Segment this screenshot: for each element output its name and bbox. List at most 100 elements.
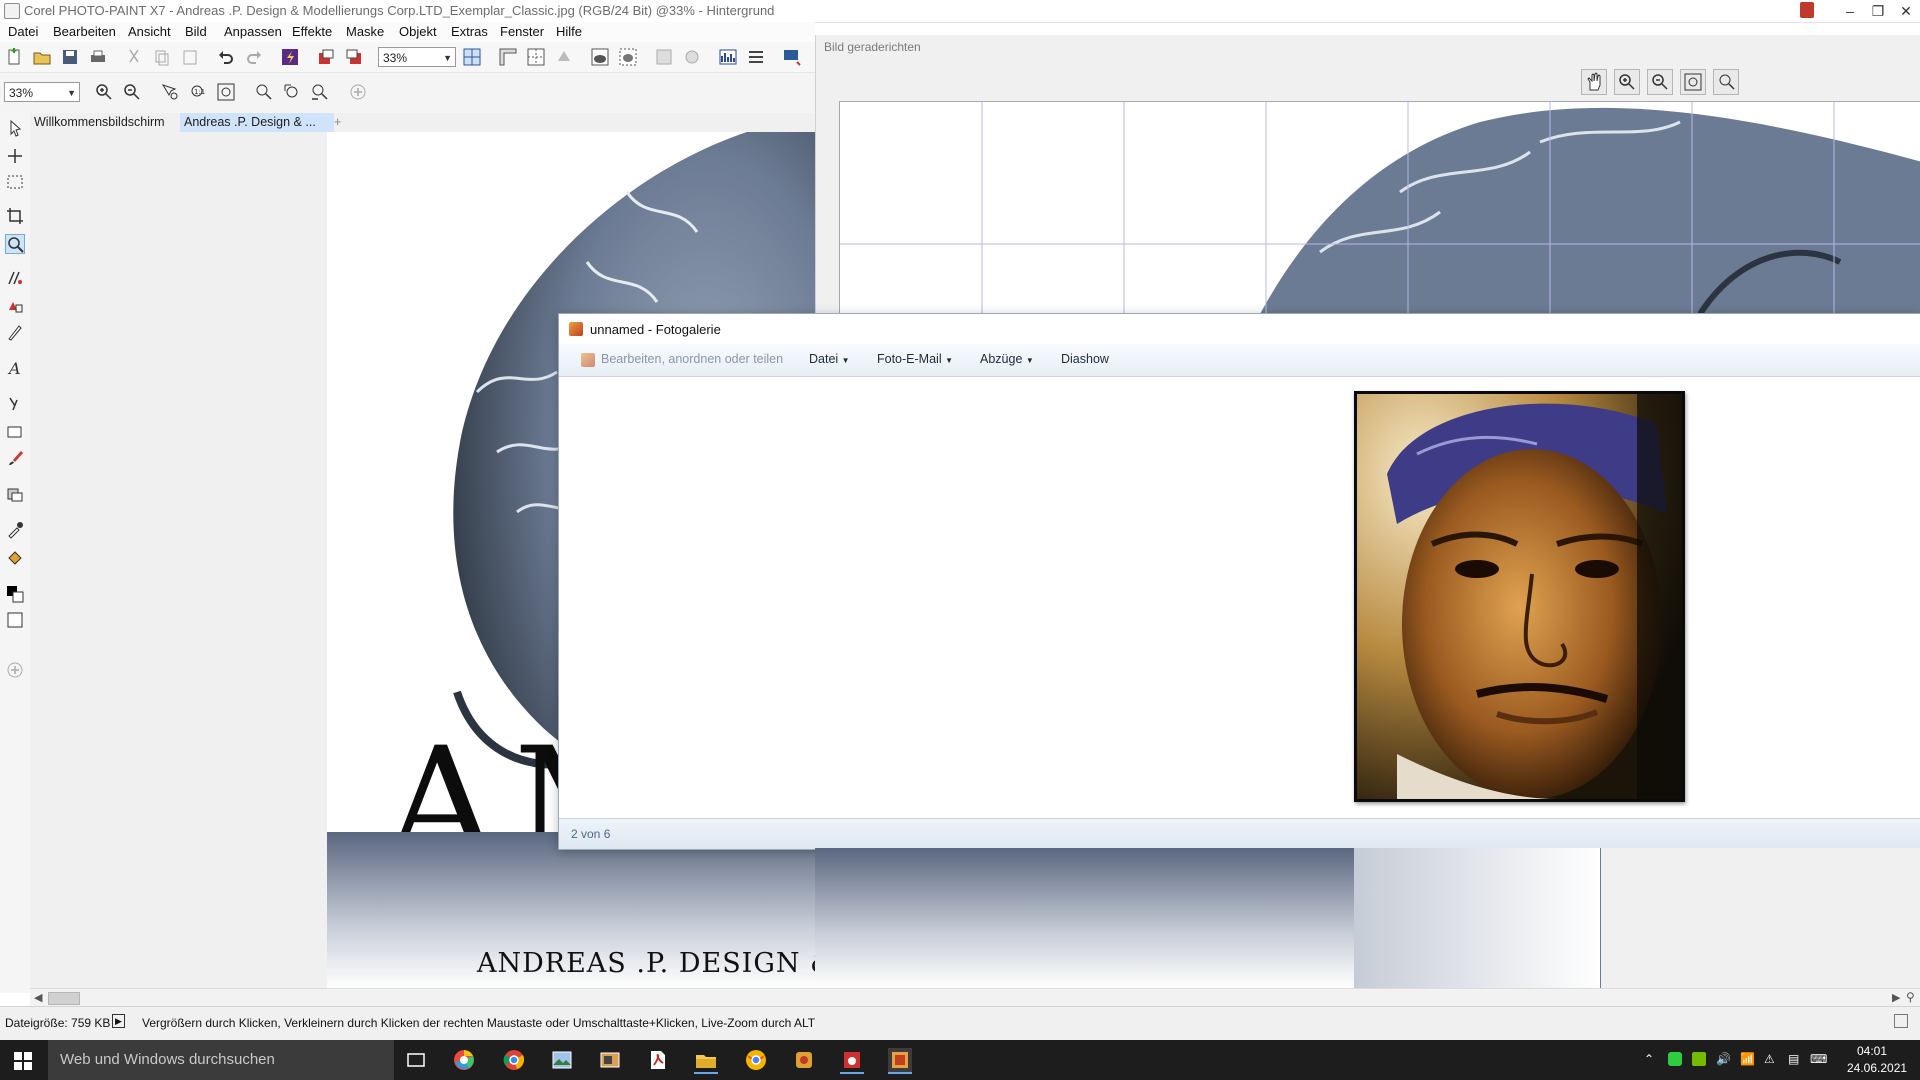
copy-icon[interactable] [152,47,172,67]
gallery-menu-abzuege[interactable]: Abzüge ▼ [980,352,1034,366]
effect-tool-icon[interactable] [5,484,25,504]
zoom-page-icon[interactable] [282,82,302,102]
taskbar-time[interactable]: 04:01 [1857,1044,1887,1058]
zoom-tool-icon[interactable] [5,234,25,254]
straighten-preview[interactable] [839,101,1920,315]
export-icon[interactable] [344,47,364,67]
zoom-width-icon[interactable] [254,82,274,102]
zoom-property-select[interactable]: 33% ▼ [4,82,80,102]
transform-tool-icon[interactable] [5,146,25,166]
menu-effekte[interactable]: Effekte [292,24,332,39]
menu-extras[interactable]: Extras [451,24,488,39]
undo-icon[interactable] [216,47,236,67]
zoom-selected-icon[interactable] [160,82,180,102]
scroll-thumb[interactable] [48,992,80,1005]
object-icon[interactable] [654,47,674,67]
gallery-menu-datei[interactable]: Datei ▼ [809,352,850,366]
tray-security-icon[interactable] [1668,1052,1682,1066]
zoom-level-select[interactable]: 33% ▼ [378,47,456,67]
tray-warning-icon[interactable]: ⚠ [1764,1052,1775,1066]
tray-action-center-icon[interactable]: ▤ [1788,1052,1799,1066]
open-icon[interactable] [32,47,52,67]
add-tool-icon[interactable] [5,660,25,680]
windows-start-icon[interactable] [14,1052,32,1070]
paper-color-icon[interactable] [5,610,25,630]
zoom-in-icon[interactable] [1614,69,1640,95]
print-icon[interactable] [88,47,108,67]
picasa-icon[interactable] [452,1048,476,1072]
color-swatches-icon[interactable] [5,584,25,604]
red-eye-tool-icon[interactable] [5,268,25,288]
launcher-icon[interactable] [782,47,802,67]
chrome-alt-icon[interactable] [744,1048,768,1072]
pick-tool-icon[interactable] [5,118,25,138]
save-icon[interactable] [60,47,80,67]
mask-overlay-icon[interactable] [590,47,610,67]
gallery-photo[interactable] [1354,391,1685,802]
clone-tool-icon[interactable] [5,296,25,316]
rectangle-tool-icon[interactable] [5,422,25,442]
tray-network-icon[interactable]: 📶 [1740,1052,1755,1066]
game-icon[interactable] [792,1048,816,1072]
zoom-100-icon[interactable]: 1:1 [188,82,208,102]
scroll-left-icon[interactable]: ◀ [34,991,42,1004]
guidelines-icon[interactable] [526,47,546,67]
close-button[interactable]: ✕ [1892,0,1920,22]
menu-fenster[interactable]: Fenster [500,24,544,39]
taskbar-date[interactable]: 24.06.2021 [1847,1061,1907,1075]
zoom-in-icon[interactable] [94,82,114,102]
tab-willkommensbildschirm[interactable]: Willkommensbildschirm [30,113,184,132]
image-viewer-icon[interactable] [598,1048,622,1072]
horizontal-scrollbar[interactable]: ◀ ▶ ⚲ [30,988,1920,1007]
new-icon[interactable] [4,47,24,67]
touch-up-brush-icon[interactable] [5,322,25,342]
zoom-navigator-icon[interactable]: ⚲ [1906,990,1915,1004]
tab-active-document[interactable]: Andreas .P. Design & ... [180,113,334,134]
rulers-icon[interactable] [498,47,518,67]
paste-icon[interactable] [180,47,200,67]
paint-brush-icon[interactable] [5,448,25,468]
tray-nvidia-icon[interactable] [1692,1052,1706,1066]
line-tool-icon[interactable] [5,394,25,414]
zoom-actual-icon[interactable] [1713,69,1739,95]
zoom-fit-icon[interactable] [1680,69,1706,95]
zoom-out-icon[interactable] [122,82,142,102]
text-tool-icon[interactable]: A [5,358,25,378]
histogram-icon[interactable] [718,47,738,67]
cut-icon[interactable] [124,47,144,67]
redo-icon[interactable] [244,47,264,67]
add-icon[interactable] [348,82,368,102]
fotogalerie-taskbar-icon[interactable] [888,1048,912,1074]
mask-marquee-icon[interactable] [618,47,638,67]
fill-tool-icon[interactable] [5,548,25,568]
hand-icon[interactable] [1581,69,1607,95]
task-view-icon[interactable] [404,1048,428,1072]
minimize-button[interactable]: – [1836,0,1864,22]
lock-object-icon[interactable] [682,47,702,67]
crop-tool-icon[interactable] [5,206,25,226]
menu-bild[interactable]: Bild [185,24,207,39]
menu-hilfe[interactable]: Hilfe [556,24,582,39]
grid-toggle-icon[interactable] [462,47,482,67]
photo-gallery-icon[interactable] [550,1048,574,1072]
zoom-height-icon[interactable] [310,82,330,102]
taskbar-search-box[interactable]: Web und Windows durchsuchen [48,1040,394,1080]
status-settings-icon[interactable] [1894,1014,1908,1028]
import-icon[interactable] [316,47,336,67]
menu-objekt[interactable]: Objekt [399,24,437,39]
zoom-out-icon[interactable] [1647,69,1673,95]
chrome-icon[interactable] [502,1048,526,1072]
menu-bearbeiten[interactable]: Bearbeiten [53,24,116,39]
zoom-fit-icon[interactable] [216,82,236,102]
gallery-menu-foto-email[interactable]: Foto-E-Mail ▼ [877,352,953,366]
add-tab-button[interactable]: + [330,113,350,132]
menu-ansicht[interactable]: Ansicht [128,24,171,39]
tray-volume-icon[interactable]: 🔊 [1716,1052,1731,1066]
restore-button[interactable]: ❐ [1864,0,1892,22]
gallery-menu-diashow[interactable]: Diashow [1061,352,1109,366]
file-explorer-icon[interactable] [694,1048,718,1074]
tray-keyboard-icon[interactable]: ⌨ [1810,1052,1827,1066]
mask-rectangle-tool-icon[interactable] [5,172,25,192]
tray-chevron-icon[interactable]: ⌃ [1644,1052,1654,1066]
corel-connect-icon[interactable] [280,47,300,67]
